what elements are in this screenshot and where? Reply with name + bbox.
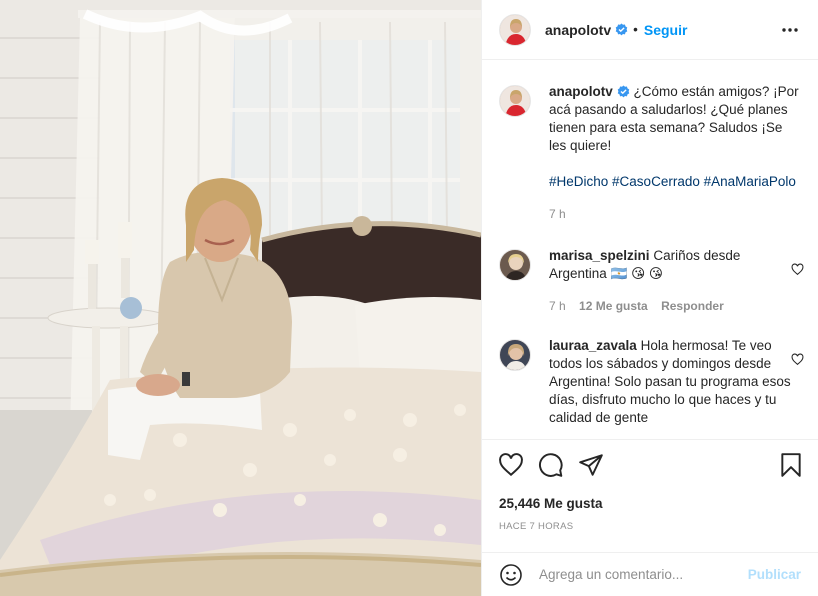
post-header: anapolotv • Seguir	[482, 0, 818, 60]
caption: anapolotv ¿Cómo están amigos? ¡Por acá p…	[499, 83, 804, 223]
publish-button[interactable]: Publicar	[748, 567, 801, 582]
verified-badge-icon	[615, 23, 628, 36]
paper-plane-icon[interactable]	[578, 452, 604, 478]
post-photo[interactable]	[0, 0, 481, 596]
caption-hashtags: #HeDicho #CasoCerrado #AnaMariaPolo	[549, 173, 801, 191]
heart-icon[interactable]	[791, 353, 804, 366]
comment-item: marisa_spelzini Cariños desde Argentina …	[499, 247, 804, 315]
caption-time[interactable]: 7 h	[549, 207, 566, 221]
comment-meta: 7 h 12 Me gusta Responder	[549, 297, 801, 315]
comment-bubble-icon[interactable]	[538, 452, 564, 478]
post-actions: 25,446 Me gusta HACE 7 HORAS	[482, 439, 818, 551]
comment-username[interactable]: lauraa_zavala	[549, 338, 637, 353]
comments-list[interactable]: anapolotv ¿Cómo están amigos? ¡Por acá p…	[482, 61, 818, 439]
comment-item: lauraa_zavala Hola hermosa! Te veo todos…	[499, 337, 804, 427]
hashtag-link[interactable]: #AnaMariaPolo	[704, 174, 796, 189]
bookmark-icon[interactable]	[778, 452, 804, 478]
more-options-icon[interactable]	[781, 22, 799, 38]
header-separator: •	[633, 22, 638, 37]
follow-button[interactable]: Seguir	[644, 22, 688, 38]
header-username[interactable]: anapolotv	[545, 22, 611, 38]
post-detail-panel: anapolotv • Seguir anapolotv ¿Cómo están…	[481, 0, 818, 596]
comment-username[interactable]: marisa_spelzini	[549, 248, 650, 263]
avatar[interactable]	[499, 339, 531, 371]
comment-time[interactable]: 7 h	[549, 299, 566, 313]
caption-meta: 7 h	[549, 205, 801, 223]
caption-username[interactable]: anapolotv	[549, 84, 613, 99]
comment-likes[interactable]: 12 Me gusta	[579, 299, 648, 313]
reply-button[interactable]: Responder	[661, 299, 724, 313]
smiley-icon[interactable]	[499, 563, 523, 587]
comment-input[interactable]	[539, 567, 729, 582]
hashtag-link[interactable]: #CasoCerrado	[612, 174, 700, 189]
heart-icon[interactable]	[498, 452, 524, 478]
avatar[interactable]	[499, 85, 531, 117]
avatar[interactable]	[499, 13, 531, 46]
likes-count[interactable]: 25,446 Me gusta	[499, 496, 603, 511]
verified-badge-icon	[617, 85, 630, 98]
avatar[interactable]	[499, 249, 531, 281]
hashtag-link[interactable]: #HeDicho	[549, 174, 608, 189]
add-comment-bar: Publicar	[482, 552, 818, 596]
post-timestamp[interactable]: HACE 7 HORAS	[499, 521, 573, 532]
heart-icon[interactable]	[791, 263, 804, 276]
